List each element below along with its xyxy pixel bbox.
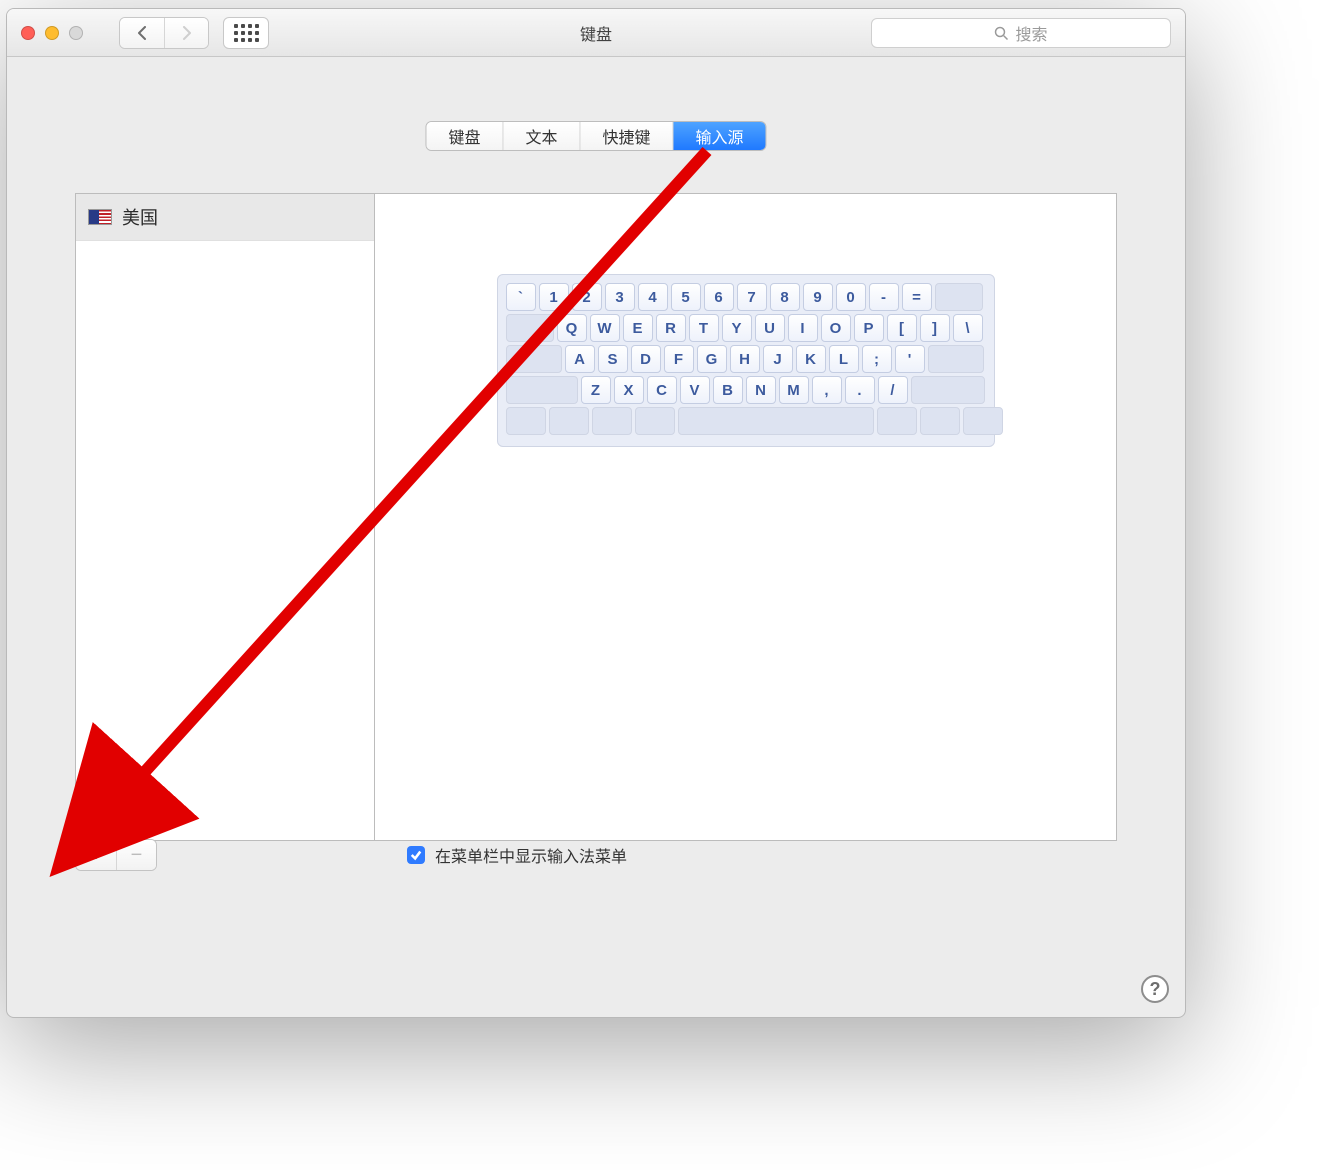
check-icon [410, 849, 422, 861]
key: N [746, 376, 776, 404]
content-panel: 美国 `1234567890-= QWERTYUIOP[]\ ASDFGHJKL;'… [75, 193, 1117, 841]
key: C [647, 376, 677, 404]
tab-shortcuts[interactable]: 快捷键 [581, 122, 674, 150]
key: ' [895, 345, 925, 373]
key: A [565, 345, 595, 373]
key: I [788, 314, 818, 342]
key [678, 407, 874, 435]
add-remove-group: + − [75, 839, 157, 871]
tab-keyboard[interactable]: 键盘 [426, 122, 503, 150]
key: Q [557, 314, 587, 342]
preferences-window: 键盘 搜索 键盘 文本 快捷键 输入源 美国 `1234567890-= QWER… [6, 8, 1186, 1018]
key: E [623, 314, 653, 342]
key: G [697, 345, 727, 373]
key [920, 407, 960, 435]
key [506, 345, 562, 373]
key: U [755, 314, 785, 342]
us-flag-icon [88, 209, 112, 225]
key: V [680, 376, 710, 404]
search-icon [994, 26, 1009, 41]
key: H [730, 345, 760, 373]
remove-button[interactable]: − [116, 840, 156, 870]
key: W [590, 314, 620, 342]
menu-bar-checkbox-row: 在菜单栏中显示输入法菜单 [407, 843, 627, 867]
key [928, 345, 984, 373]
tab-text[interactable]: 文本 [503, 122, 580, 150]
menu-bar-checkbox-label: 在菜单栏中显示输入法菜单 [435, 843, 627, 867]
keyboard-layout: `1234567890-= QWERTYUIOP[]\ ASDFGHJKL;' ZXC… [497, 274, 995, 447]
key: 7 [737, 283, 767, 311]
key: = [902, 283, 932, 311]
key: . [845, 376, 875, 404]
key [911, 376, 985, 404]
key: 1 [539, 283, 569, 311]
key [635, 407, 675, 435]
key [877, 407, 917, 435]
list-item[interactable]: 美国 [76, 194, 374, 241]
key: M [779, 376, 809, 404]
key: R [656, 314, 686, 342]
key: X [614, 376, 644, 404]
key [592, 407, 632, 435]
tab-bar: 键盘 文本 快捷键 输入源 [425, 121, 766, 151]
key: ; [862, 345, 892, 373]
key: Z [581, 376, 611, 404]
key: B [713, 376, 743, 404]
key: - [869, 283, 899, 311]
search-placeholder: 搜索 [1015, 21, 1047, 45]
tab-input-sources[interactable]: 输入源 [674, 122, 766, 150]
key: 8 [770, 283, 800, 311]
help-button[interactable]: ? [1141, 975, 1169, 1003]
window-body: 键盘 文本 快捷键 输入源 美国 `1234567890-= QWERTYUIOP… [7, 57, 1185, 1017]
key: 4 [638, 283, 668, 311]
key: T [689, 314, 719, 342]
key: S [598, 345, 628, 373]
key: [ [887, 314, 917, 342]
key: \ [953, 314, 983, 342]
key [506, 376, 578, 404]
key: O [821, 314, 851, 342]
key [549, 407, 589, 435]
key [506, 407, 546, 435]
menu-bar-checkbox[interactable] [407, 846, 425, 864]
key: 6 [704, 283, 734, 311]
key: / [878, 376, 908, 404]
search-input[interactable]: 搜索 [871, 18, 1171, 48]
key [935, 283, 983, 311]
key: Y [722, 314, 752, 342]
key: F [664, 345, 694, 373]
key: 0 [836, 283, 866, 311]
key: , [812, 376, 842, 404]
key: L [829, 345, 859, 373]
key: 2 [572, 283, 602, 311]
key: P [854, 314, 884, 342]
input-source-list[interactable]: 美国 [75, 193, 375, 841]
key: 5 [671, 283, 701, 311]
key: 9 [803, 283, 833, 311]
titlebar: 键盘 搜索 [7, 9, 1185, 57]
key: 3 [605, 283, 635, 311]
key: ` [506, 283, 536, 311]
key [963, 407, 1003, 435]
list-item-label: 美国 [122, 204, 158, 230]
key: J [763, 345, 793, 373]
key [506, 314, 554, 342]
add-button[interactable]: + [76, 840, 116, 870]
key: K [796, 345, 826, 373]
key: ] [920, 314, 950, 342]
keyboard-preview: `1234567890-= QWERTYUIOP[]\ ASDFGHJKL;' ZXC… [375, 193, 1117, 841]
key: D [631, 345, 661, 373]
